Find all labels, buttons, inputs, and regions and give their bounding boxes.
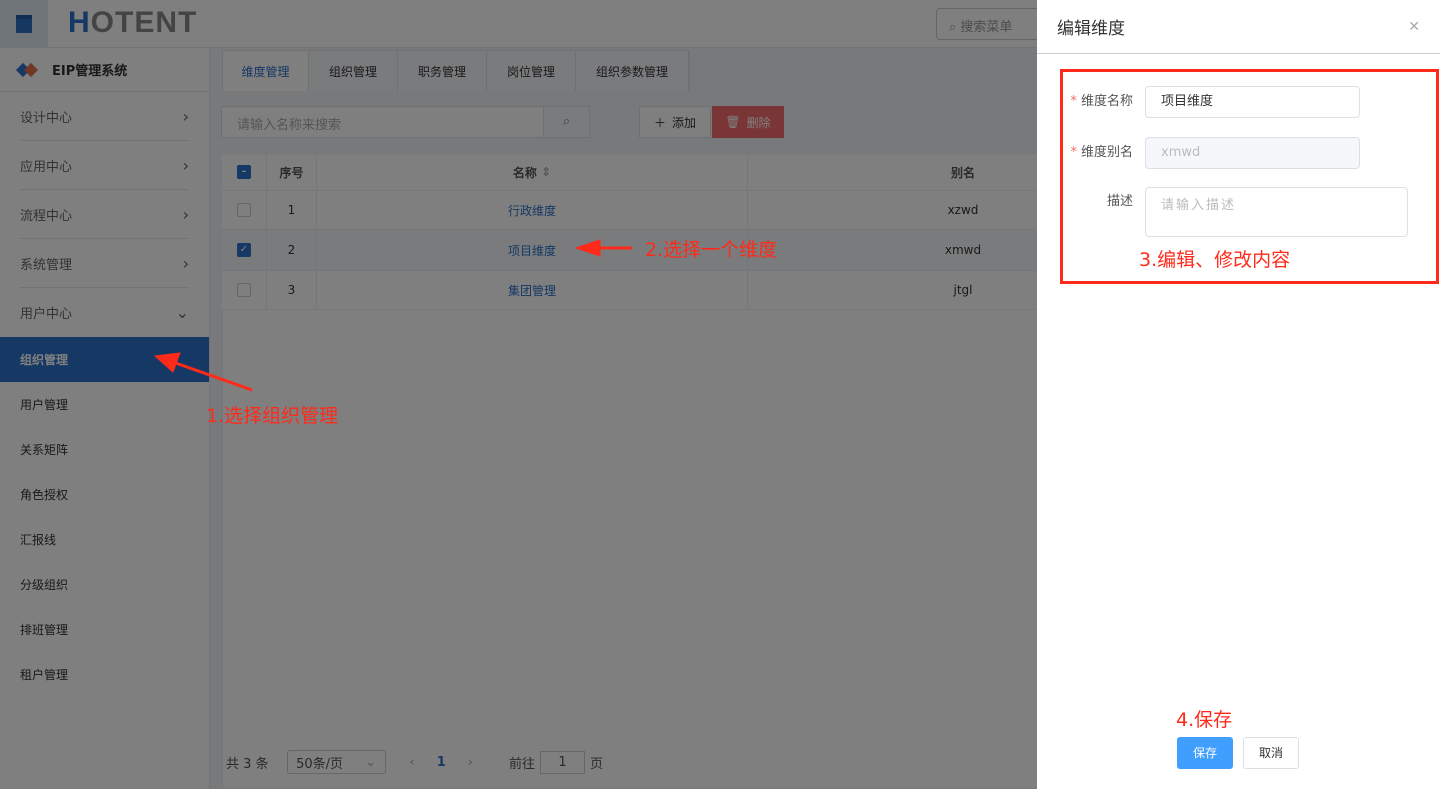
arrow-head-step2 (574, 239, 601, 257)
annotation-arrows (153, 239, 632, 392)
arrow-step1 (169, 359, 253, 392)
arrow-head-step1 (153, 352, 181, 373)
